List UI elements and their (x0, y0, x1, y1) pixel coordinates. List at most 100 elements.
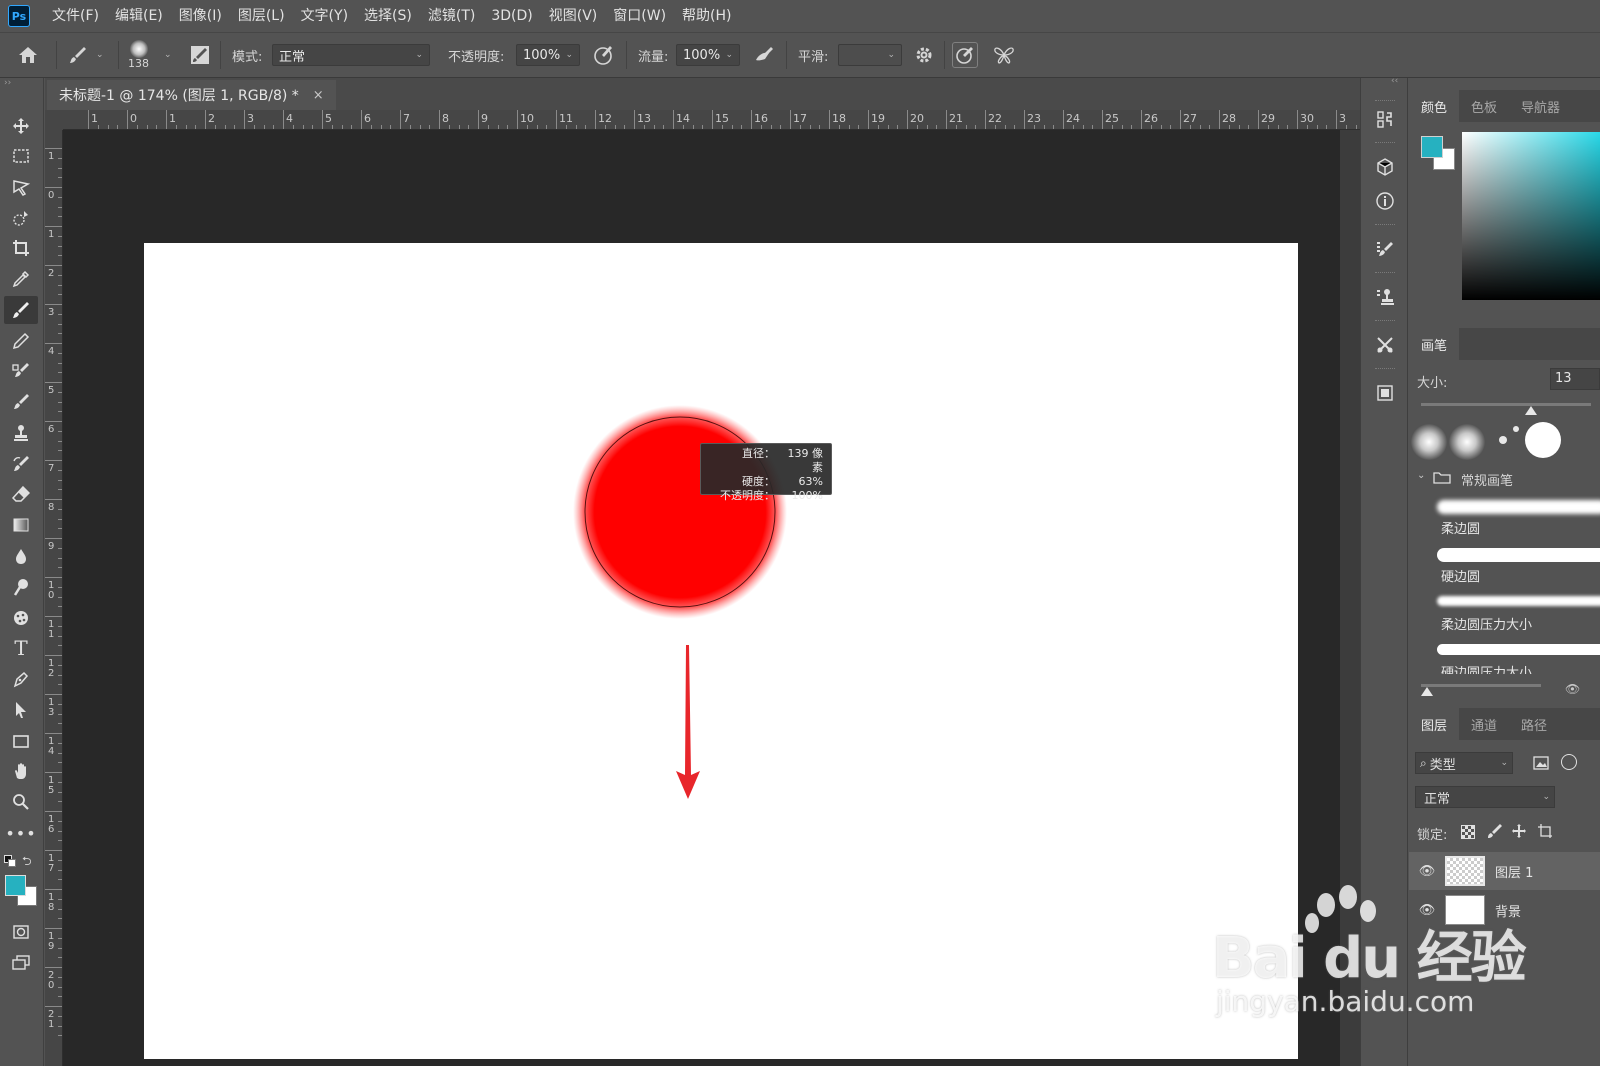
brush-size-slider-thumb[interactable] (1525, 406, 1537, 415)
smoothing-input[interactable]: ⌄ (838, 44, 902, 66)
dodge-tool-icon[interactable] (4, 573, 38, 601)
gear-icon[interactable] (910, 41, 938, 69)
brush-preset-row[interactable]: 柔边圆压力大小 (1433, 592, 1600, 638)
tiny-brush-tip-preview[interactable] (1513, 426, 1519, 432)
history-brush-tool-icon[interactable] (4, 450, 38, 478)
vertical-scrollbar[interactable] (1340, 130, 1360, 1066)
move-tool-icon[interactable] (4, 112, 38, 140)
tab-swatches[interactable]: 色板 (1459, 90, 1509, 122)
menu-type[interactable]: 文字(Y) (293, 0, 356, 32)
flow-input[interactable]: 100% ⌄ (676, 44, 740, 66)
screen-mode-icon[interactable] (4, 949, 38, 977)
tab-navigator[interactable]: 导航器 (1509, 90, 1572, 122)
menu-select[interactable]: 选择(S) (356, 0, 420, 32)
more-tools-icon[interactable]: ••• (4, 819, 38, 847)
menu-layer[interactable]: 图层(L) (230, 0, 293, 32)
blur-tool-icon[interactable] (4, 542, 38, 570)
document-tab[interactable]: 未标题-1 @ 174% (图层 1, RGB/8) * × (47, 80, 336, 110)
symmetry-butterfly-icon[interactable] (990, 41, 1018, 69)
pen-tool-icon[interactable] (4, 665, 38, 693)
collapse-panels-icon[interactable]: ‹‹ (1391, 76, 1398, 86)
marquee-tool-icon[interactable] (4, 142, 38, 170)
brush-settings-panel-icon[interactable] (186, 41, 214, 69)
soft-brush-tip-preview-2[interactable] (1449, 424, 1485, 460)
brush-size-slider[interactable] (1421, 403, 1591, 406)
pencil-tool-icon[interactable] (4, 327, 38, 355)
visibility-toggle-icon[interactable]: 👁 (1565, 682, 1580, 696)
clone-source-icon[interactable] (1370, 282, 1400, 312)
quick-selection-tool-icon[interactable] (4, 204, 38, 232)
clone-stamp-tool-icon[interactable] (4, 419, 38, 447)
swap-colors-icon[interactable]: ⮌ (22, 852, 32, 873)
brush-preview-slider-thumb[interactable] (1421, 687, 1433, 696)
path-selection-tool-icon[interactable] (4, 696, 38, 724)
quick-mask-icon[interactable] (4, 918, 38, 946)
lock-position-icon[interactable] (1511, 823, 1527, 839)
opacity-input[interactable]: 100% ⌄ (516, 44, 580, 66)
chevron-down-icon[interactable]: ⌄ (1417, 470, 1425, 481)
panel-foreground-color[interactable] (1421, 136, 1443, 158)
brush-preset-row[interactable]: 硬边圆 (1433, 544, 1600, 590)
adjustment-filter-icon[interactable] (1561, 754, 1577, 770)
lock-pixels-icon[interactable] (1487, 823, 1503, 839)
brush-preset-row[interactable]: 柔边圆 (1433, 496, 1600, 542)
rectangle-tool-icon[interactable] (4, 727, 38, 755)
chevron-down-icon[interactable]: ⌄ (164, 50, 172, 60)
crop-tool-icon[interactable] (4, 234, 38, 262)
brush-size-input[interactable]: 13 (1550, 368, 1600, 390)
tab-color[interactable]: 颜色 (1409, 90, 1460, 122)
menu-window[interactable]: 窗口(W) (605, 0, 674, 32)
layer-filter-select[interactable]: ⌕ 类型 ⌄ (1415, 752, 1513, 774)
tab-brushes[interactable]: 画笔 (1409, 328, 1460, 360)
layer-row-background[interactable]: 👁 背景 (1409, 891, 1600, 929)
brush-size-preview[interactable] (129, 40, 148, 58)
eye-icon[interactable]: 👁 (1409, 864, 1445, 879)
brush-preset-icon[interactable] (64, 41, 92, 69)
image-filter-icon[interactable] (1533, 756, 1549, 770)
chevron-down-icon[interactable]: ⌄ (96, 50, 104, 60)
healing-brush-tool-icon[interactable] (4, 357, 38, 385)
menu-help[interactable]: 帮助(H) (674, 0, 739, 32)
layer-row-layer1[interactable]: 👁 图层 1 (1409, 852, 1600, 890)
mode-select[interactable]: 正常 ⌄ (272, 44, 430, 66)
menu-view[interactable]: 视图(V) (541, 0, 606, 32)
brush-settings-icon[interactable] (1370, 234, 1400, 264)
brush-preview-size-slider[interactable] (1421, 684, 1541, 687)
small-brush-tip-preview[interactable] (1499, 436, 1507, 444)
home-icon[interactable] (14, 41, 42, 69)
type-tool-icon[interactable]: T (4, 634, 38, 662)
lock-artboard-icon[interactable] (1537, 823, 1553, 839)
mixer-brush-tool-icon[interactable] (4, 388, 38, 416)
color-picker-field[interactable] (1462, 132, 1600, 300)
menu-edit[interactable]: 编辑(E) (107, 0, 171, 32)
eye-icon[interactable]: 👁 (1409, 903, 1445, 918)
pressure-opacity-icon[interactable] (590, 41, 618, 69)
brush-preset-row[interactable]: 硬边圆压力大小 (1433, 640, 1600, 674)
hand-tool-icon[interactable] (4, 757, 38, 785)
tab-channels[interactable]: 通道 (1459, 708, 1509, 740)
hard-brush-tip-preview[interactable] (1525, 422, 1561, 458)
tab-layers[interactable]: 图层 (1409, 708, 1460, 740)
3d-panel-icon[interactable] (1370, 152, 1400, 182)
default-colors-icon[interactable] (4, 855, 16, 867)
eyedropper-tool-icon[interactable] (4, 265, 38, 293)
sponge-tool-icon[interactable] (4, 604, 38, 632)
blend-mode-select[interactable]: 正常 ⌄ (1415, 786, 1555, 808)
airbrush-icon[interactable] (750, 41, 778, 69)
close-icon[interactable]: × (313, 88, 324, 103)
menu-file[interactable]: 文件(F) (44, 0, 107, 32)
eraser-tool-icon[interactable] (4, 480, 38, 508)
menu-3d[interactable]: 3D(D) (483, 0, 540, 32)
properties-panel-icon[interactable] (1370, 378, 1400, 408)
history-panel-icon[interactable] (1370, 104, 1400, 134)
menu-filter[interactable]: 滤镜(T) (420, 0, 483, 32)
collapse-toolbar-icon[interactable]: ›› (4, 78, 11, 88)
brush-tool-icon[interactable] (4, 296, 38, 324)
foreground-color-swatch[interactable] (5, 875, 26, 896)
soft-brush-tip-preview[interactable] (1411, 424, 1447, 460)
document-canvas[interactable]: 直径： 139 像素 硬度： 63% 不透明度： 100% (144, 243, 1298, 1059)
lasso-tool-icon[interactable] (4, 173, 38, 201)
pressure-size-icon[interactable] (952, 42, 978, 68)
gradient-tool-icon[interactable] (4, 511, 38, 539)
tab-paths[interactable]: 路径 (1509, 708, 1559, 740)
